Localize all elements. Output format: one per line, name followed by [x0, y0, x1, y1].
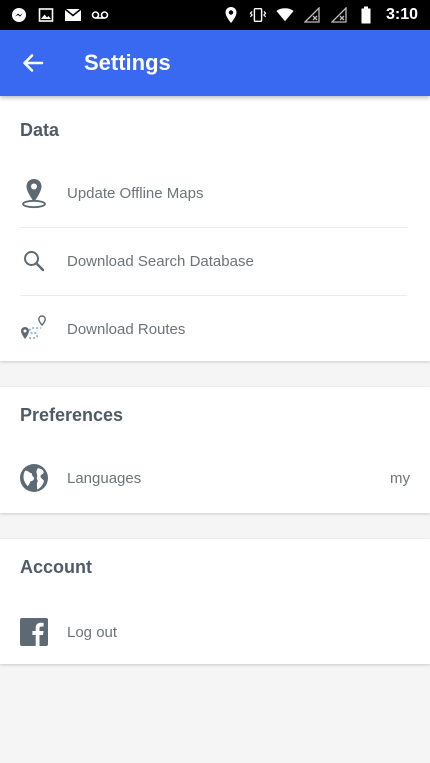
- section-header-preferences: Preferences: [20, 405, 124, 425]
- gmail-icon: [64, 6, 82, 24]
- section-account: Account Log out: [0, 539, 430, 664]
- voicemail-icon: [91, 6, 109, 24]
- location-icon: [222, 6, 240, 24]
- no-signal-icon: [330, 6, 348, 24]
- battery-icon: [357, 6, 375, 24]
- map-pin-icon: [18, 177, 50, 209]
- status-time: 3:10: [385, 6, 418, 23]
- wifi-icon: [276, 6, 294, 24]
- status-bar-notifications: [10, 6, 109, 24]
- globe-icon: [18, 462, 50, 494]
- back-arrow-icon[interactable]: [20, 50, 46, 76]
- gallery-icon: [37, 6, 55, 24]
- section-preferences: Preferences Languages my: [0, 387, 430, 513]
- route-icon: [18, 313, 50, 345]
- download-routes-item[interactable]: Download Routes: [0, 296, 430, 362]
- section-header-data: Data: [20, 120, 60, 140]
- languages-label: Languages: [67, 469, 142, 487]
- download-routes-label: Download Routes: [67, 320, 186, 338]
- status-bar: 3:10: [0, 0, 430, 30]
- page-title: Settings: [84, 50, 171, 75]
- section-header-account: Account: [20, 557, 92, 577]
- facebook-icon: [18, 616, 50, 648]
- no-signal-icon: [303, 6, 321, 24]
- log-out-item[interactable]: Log out: [0, 599, 430, 665]
- update-offline-maps-label: Update Offline Maps: [67, 184, 204, 202]
- vibrate-icon: [249, 6, 267, 24]
- app-bar: Settings: [0, 30, 430, 96]
- languages-item[interactable]: Languages my: [0, 445, 430, 511]
- download-search-database-label: Download Search Database: [67, 252, 254, 270]
- status-bar-system: 3:10: [222, 6, 418, 24]
- update-offline-maps-item[interactable]: Update Offline Maps: [0, 160, 430, 226]
- search-icon: [18, 245, 50, 277]
- log-out-label: Log out: [67, 623, 118, 641]
- download-search-database-item[interactable]: Download Search Database: [0, 228, 430, 294]
- section-data: Data Update Offline Maps Download Search…: [0, 96, 430, 361]
- messenger-icon: [10, 6, 28, 24]
- language-value: my: [390, 469, 410, 487]
